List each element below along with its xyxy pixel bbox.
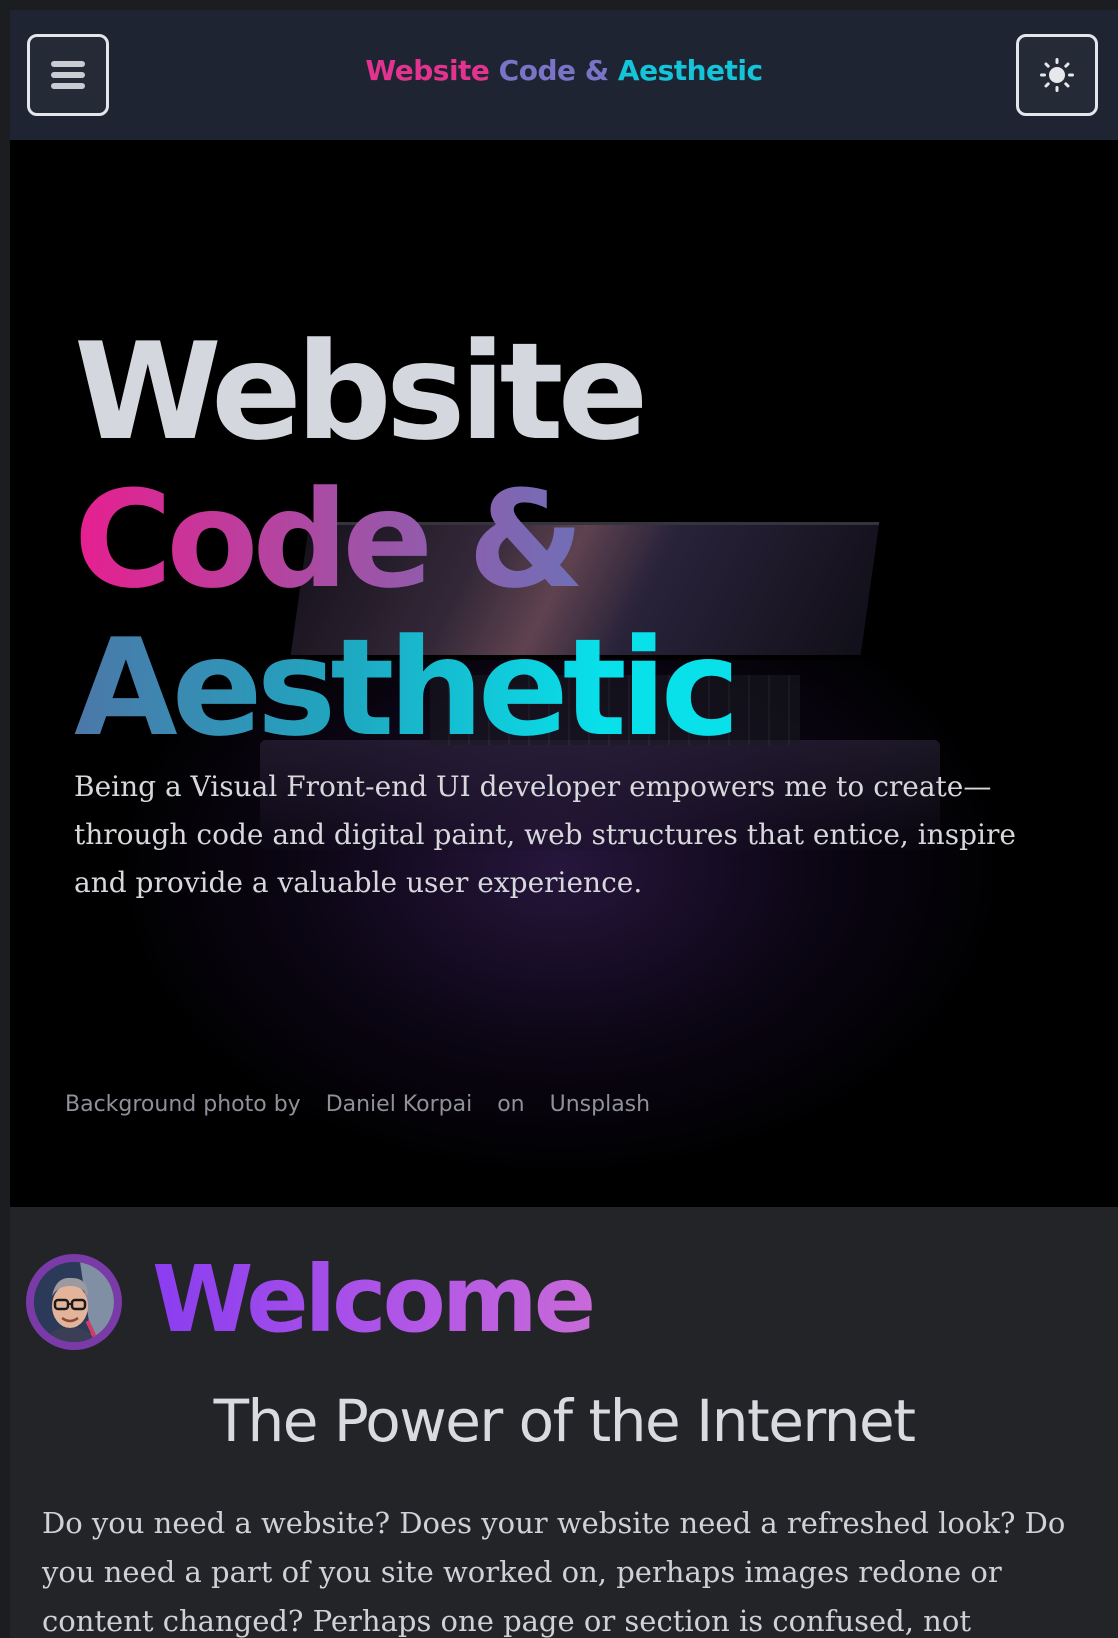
hero-title-line-3: Aesthetic [74,610,740,766]
site-title-word-2: Code & [498,54,609,87]
photo-author-link[interactable]: Daniel Korpai [326,1092,473,1117]
sun-icon [1040,58,1074,92]
hero-title-line-2: Code & [74,466,734,614]
hero-title-line-1: Website [74,314,648,470]
site-title-word-1: Website [365,54,490,87]
theme-toggle-button[interactable] [1016,34,1098,116]
page-frame: Website Code & Aesthetic Website Code & … [10,10,1118,1638]
section-body-text: Do you need a website? Does your website… [42,1506,1066,1638]
hero-description: Being a Visual Front-end UI developer em… [74,770,1016,899]
profile-avatar [26,1254,122,1350]
hero-title: Website Code & Aesthetic [74,314,740,766]
hero-section: Website Code & Aesthetic Being a Visual … [10,140,1118,1207]
photo-credit: Background photo by Daniel Korpai on Uns… [65,1092,668,1117]
welcome-heading: Welcome [152,1246,596,1353]
main-content: Welcome The Power of the Internet Do you… [10,1207,1118,1638]
avatar-portrait [34,1262,114,1342]
photo-credit-middle: on [497,1092,525,1117]
photo-credit-prefix: Background photo by [65,1092,301,1117]
site-header: Website Code & Aesthetic [10,10,1118,140]
site-title-word-3: Aesthetic [617,54,763,87]
site-title[interactable]: Website Code & Aesthetic [10,54,1118,87]
unsplash-link[interactable]: Unsplash [550,1092,650,1117]
avatar-portrait-icon [34,1262,114,1342]
section-title: The Power of the Internet [213,1387,916,1455]
